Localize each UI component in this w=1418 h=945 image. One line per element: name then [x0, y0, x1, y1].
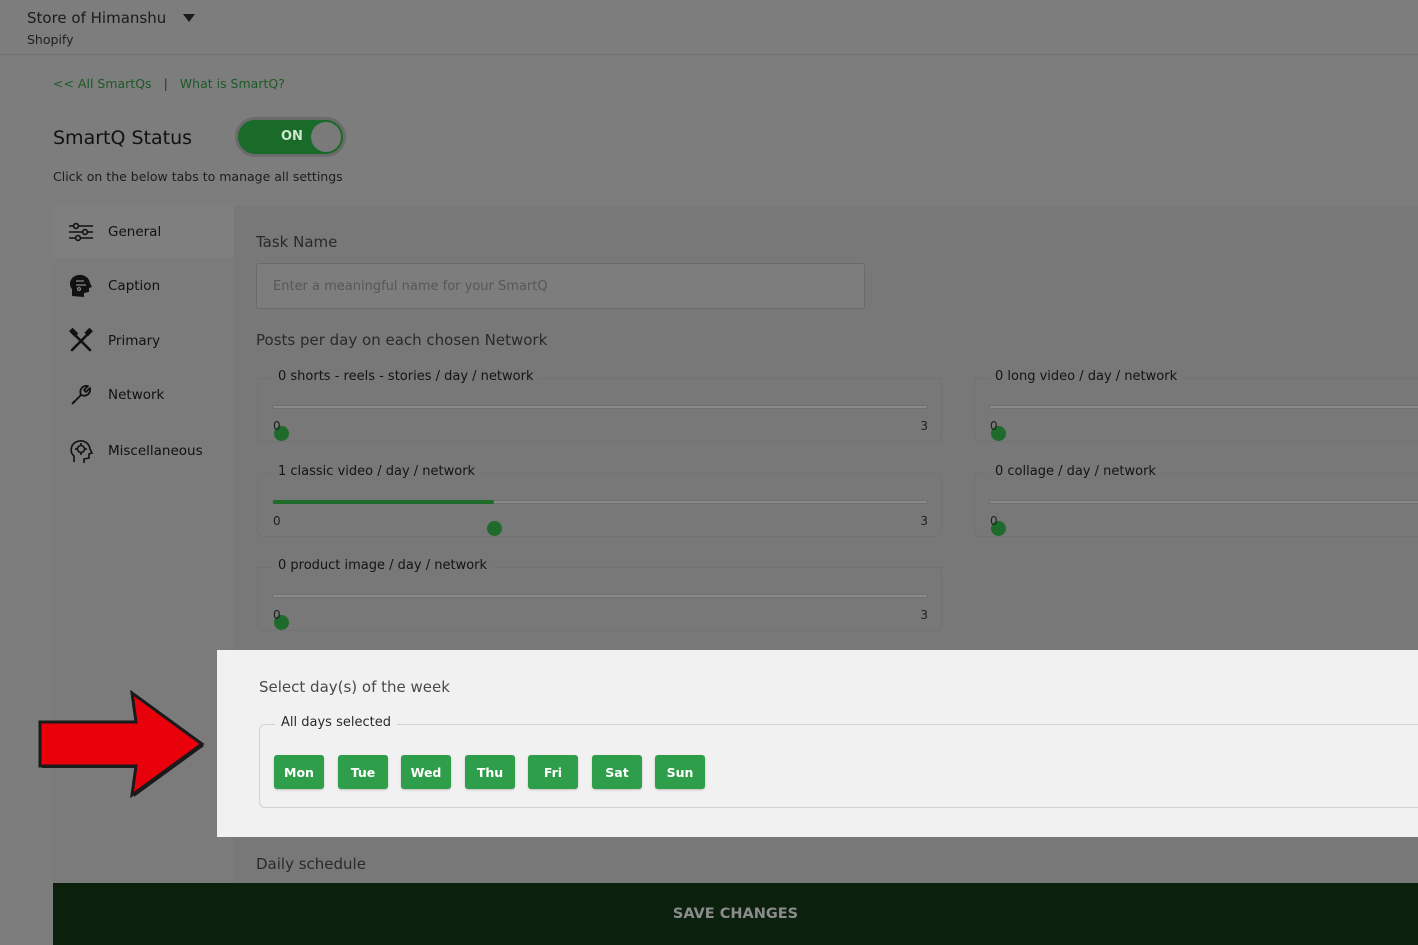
status-hint: Click on the below tabs to manage all se…: [53, 169, 343, 184]
top-bar: Store of Himanshu Shopify: [0, 0, 1418, 55]
sidebar-item-miscellaneous[interactable]: Miscellaneous: [53, 425, 234, 477]
daily-schedule-label: Daily schedule: [256, 855, 366, 873]
toggle-knob[interactable]: [311, 122, 341, 152]
slider-collage: 0 collage / day / network 0: [974, 464, 1418, 537]
breadcrumb-separator: |: [163, 76, 168, 91]
slider-min-label: 0: [273, 608, 281, 622]
day-button-fri[interactable]: Fri: [528, 755, 578, 789]
sidebar-item-label: Network: [108, 387, 165, 403]
head-circuit-icon: [67, 272, 95, 300]
slider-fill: [273, 500, 494, 504]
day-button-sun[interactable]: Sun: [655, 755, 705, 789]
crossed-tools-icon: [67, 327, 95, 355]
slider-track[interactable]: [989, 500, 1418, 536]
day-button-thu[interactable]: Thu: [465, 755, 515, 789]
sidebar-item-label: Primary: [108, 333, 161, 349]
slider-product-image: 0 product image / day / network 0 3: [257, 558, 942, 631]
slider-min-label: 0: [273, 514, 281, 528]
status-toggle[interactable]: ON: [235, 117, 346, 157]
red-arrow-icon: [38, 690, 205, 798]
slider-long-video: 0 long video / day / network 0: [974, 369, 1418, 442]
slider-min-label: 0: [990, 514, 998, 528]
slider-label: 0 shorts - reels - stories / day / netwo…: [272, 369, 540, 384]
day-button-tue[interactable]: Tue: [338, 755, 388, 789]
slider-max-label: 3: [920, 514, 928, 528]
sidebar-item-caption[interactable]: Caption: [53, 260, 234, 312]
slider-track[interactable]: [272, 594, 928, 630]
slider-label: 0 product image / day / network: [272, 558, 494, 573]
slider-max-label: 3: [920, 419, 928, 433]
days-group: All days selected Mon Tue Wed Thu Fri Sa…: [259, 715, 1418, 808]
task-name-input[interactable]: [256, 263, 865, 309]
store-name[interactable]: Store of Himanshu: [27, 9, 166, 27]
slider-label: 0 long video / day / network: [989, 369, 1184, 384]
sidebar-item-label: General: [108, 224, 162, 240]
slider-thumb[interactable]: [486, 521, 502, 536]
day-button-sat[interactable]: Sat: [592, 755, 642, 789]
days-title: Select day(s) of the week: [259, 678, 450, 696]
day-button-wed[interactable]: Wed: [401, 755, 451, 789]
save-changes-label: SAVE CHANGES: [672, 906, 799, 922]
breadcrumb: << All SmartQs | What is SmartQ?: [53, 76, 285, 91]
sidebar-item-network[interactable]: Network: [53, 369, 234, 421]
slider-label: 1 classic video / day / network: [272, 464, 482, 479]
wrench-icon: [67, 381, 95, 409]
task-name-label: Task Name: [256, 233, 338, 251]
sidebar-item-label: Caption: [108, 278, 161, 294]
toggle-label: ON: [281, 129, 303, 144]
save-changes-button[interactable]: SAVE CHANGES: [53, 883, 1418, 945]
slider-label: 0 collage / day / network: [989, 464, 1162, 479]
posts-per-day-label: Posts per day on each chosen Network: [256, 331, 548, 349]
days-of-week-section: Select day(s) of the week All days selec…: [217, 650, 1418, 837]
sliders-icon: [67, 218, 95, 246]
what-is-smartq-link[interactable]: What is SmartQ?: [180, 76, 285, 91]
sidebar-item-general[interactable]: General: [53, 206, 234, 258]
slider-track[interactable]: [272, 500, 928, 536]
slider-min-label: 0: [273, 419, 281, 433]
store-platform: Shopify: [27, 32, 74, 47]
slider-track[interactable]: [272, 405, 928, 441]
days-legend: All days selected: [275, 715, 397, 730]
slider-track[interactable]: [989, 405, 1418, 441]
all-smartqs-link[interactable]: << All SmartQs: [53, 76, 152, 91]
slider-min-label: 0: [990, 419, 998, 433]
sidebar-item-primary[interactable]: Primary: [53, 315, 234, 367]
day-button-mon[interactable]: Mon: [274, 755, 324, 789]
chevron-down-icon[interactable]: [183, 14, 195, 22]
slider-classic-video: 1 classic video / day / network 0 3: [257, 464, 942, 537]
page-title: SmartQ Status: [53, 127, 193, 149]
gear-head-icon: [67, 437, 95, 465]
sidebar-item-label: Miscellaneous: [108, 443, 203, 459]
slider-shorts: 0 shorts - reels - stories / day / netwo…: [257, 369, 942, 442]
slider-max-label: 3: [920, 608, 928, 622]
